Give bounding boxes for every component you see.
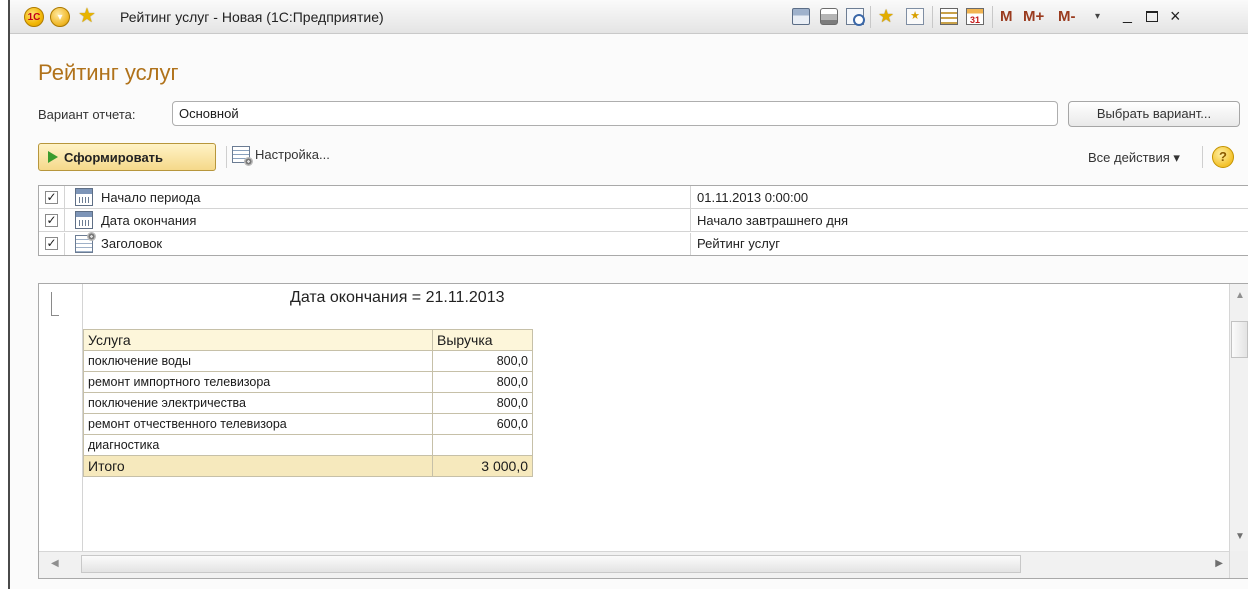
settings-row[interactable]: ✓ Дата окончания Начало завтрашнего дня	[39, 209, 1248, 232]
app-window: 1С ▾ ★ Рейтинг услуг - Новая (1С:Предпри…	[8, 0, 1248, 589]
settings-name: Дата окончания	[101, 212, 197, 228]
group-bracket-icon[interactable]	[51, 292, 59, 316]
use-setting-checkbox[interactable]: ✓	[45, 213, 58, 227]
play-icon	[48, 151, 58, 163]
revenue-cell	[432, 434, 533, 456]
generate-label: Сформировать	[64, 149, 164, 165]
report-spreadsheet[interactable]: Дата окончания = 21.11.2013 Услуга Выруч…	[38, 283, 1248, 579]
horizontal-scrollbar[interactable]: ◀ ▶	[39, 551, 1248, 578]
scroll-down-icon[interactable]: ▼	[1235, 531, 1245, 542]
settings-name-cell: Начало периода	[65, 186, 691, 208]
settings-row[interactable]: ✓ Начало периода 01.11.2013 0:00:00	[39, 186, 1248, 209]
vertical-scroll-thumb[interactable]	[1231, 321, 1248, 358]
more-tools-arrow-icon[interactable]: ▾	[1095, 11, 1100, 22]
scroll-left-icon[interactable]: ◀	[51, 558, 59, 569]
maximize-button[interactable]	[1146, 11, 1158, 22]
revenue-cell: 800,0	[432, 350, 533, 372]
window-title: Рейтинг услуг - Новая (1С:Предприятие)	[120, 9, 384, 25]
print-icon[interactable]	[820, 8, 838, 25]
memory-button[interactable]: M	[1000, 8, 1013, 25]
use-setting-checkbox[interactable]: ✓	[45, 190, 58, 204]
column-header-revenue: Выручка	[432, 329, 533, 351]
service-cell: диагностика	[83, 434, 433, 456]
favorites-list-icon[interactable]: ★	[906, 8, 924, 25]
help-icon[interactable]: ?	[1212, 146, 1234, 168]
generate-button[interactable]: Сформировать	[38, 143, 216, 171]
settings-row[interactable]: ✓ Заголовок Рейтинг услуг	[39, 231, 1248, 255]
toolbar-divider	[1202, 146, 1203, 168]
toolbar-divider	[932, 6, 933, 28]
table-row: ремонт отчественного телевизора 600,0	[83, 413, 533, 435]
close-button[interactable]: ×	[1170, 6, 1181, 27]
table-row: поключение электричества 800,0	[83, 392, 533, 414]
scrollbar-corner	[1229, 551, 1248, 578]
report-table: Услуга Выручка поключение воды 800,0 рем…	[83, 329, 533, 477]
choose-variant-button[interactable]: Выбрать вариант...	[1068, 101, 1240, 127]
all-actions-menu[interactable]: Все действия ▾	[1088, 150, 1180, 166]
logo-1c-icon[interactable]: 1С	[24, 7, 44, 27]
report-heading: Дата окончания = 21.11.2013	[290, 289, 505, 306]
report-settings-table: ✓ Начало периода 01.11.2013 0:00:00 ✓ Да…	[38, 185, 1248, 256]
settings-doc-icon	[75, 231, 96, 253]
revenue-cell: 800,0	[432, 392, 533, 414]
minimize-button[interactable]: _	[1123, 7, 1132, 25]
settings-button[interactable]: Настройка...	[232, 146, 330, 166]
form-title: Рейтинг услуг	[38, 60, 179, 85]
memory-plus-button[interactable]: M+	[1023, 8, 1044, 25]
horizontal-scroll-thumb[interactable]	[81, 555, 1021, 573]
settings-value[interactable]: Рейтинг услуг	[691, 236, 780, 251]
variant-label: Вариант отчета:	[38, 107, 136, 122]
settings-value[interactable]: 01.11.2013 0:00:00	[691, 190, 808, 205]
revenue-cell: 800,0	[432, 371, 533, 393]
service-cell: поключение электричества	[83, 392, 433, 414]
revenue-cell: 600,0	[432, 413, 533, 435]
scroll-right-icon[interactable]: ▶	[1215, 558, 1223, 569]
service-cell: ремонт импортного телевизора	[83, 371, 433, 393]
calendar-icon	[75, 188, 93, 206]
total-label: Итого	[83, 455, 433, 477]
toolbar-divider	[992, 6, 993, 28]
total-value: 3 000,0	[432, 455, 533, 477]
calendar-icon	[75, 211, 93, 229]
main-menu-button[interactable]: ▾	[50, 7, 70, 27]
settings-name: Заголовок	[101, 236, 163, 251]
print-preview-icon[interactable]	[846, 8, 865, 26]
title-bar: 1С ▾ ★ Рейтинг услуг - Новая (1С:Предпри…	[10, 0, 1248, 34]
use-setting-checkbox[interactable]: ✓	[45, 237, 58, 250]
scroll-up-icon[interactable]: ▲	[1235, 290, 1245, 301]
settings-check-cell: ✓	[39, 186, 65, 208]
memory-minus-button[interactable]: M-	[1058, 8, 1076, 25]
favorites-star-icon[interactable]: ★	[78, 6, 96, 26]
calendar-tool-icon[interactable]: 31	[966, 8, 984, 25]
grouping-gutter	[39, 284, 83, 552]
save-icon[interactable]	[792, 8, 810, 25]
toolbar-divider	[226, 146, 227, 168]
settings-label: Настройка...	[255, 147, 330, 162]
vertical-scrollbar[interactable]: ▲ ▼	[1229, 284, 1248, 552]
settings-check-cell: ✓	[39, 232, 65, 255]
service-cell: поключение воды	[83, 350, 433, 372]
toolbar-divider	[870, 6, 871, 28]
total-row: Итого 3 000,0	[83, 455, 533, 477]
table-row: ремонт импортного телевизора 800,0	[83, 371, 533, 393]
calculator-icon[interactable]	[940, 8, 958, 25]
table-row: диагностика	[83, 434, 533, 456]
add-favorite-icon[interactable]: ★	[878, 7, 896, 25]
settings-name-cell: Дата окончания	[65, 209, 691, 231]
settings-check-cell: ✓	[39, 209, 65, 231]
settings-grid-icon	[232, 146, 253, 166]
variant-input[interactable]: Основной	[172, 101, 1058, 126]
table-row: поключение воды 800,0	[83, 350, 533, 372]
settings-value[interactable]: Начало завтрашнего дня	[691, 213, 848, 228]
settings-name: Начало периода	[101, 189, 201, 205]
settings-name-cell: Заголовок	[65, 231, 691, 255]
service-cell: ремонт отчественного телевизора	[83, 413, 433, 435]
column-header-service: Услуга	[83, 329, 433, 351]
